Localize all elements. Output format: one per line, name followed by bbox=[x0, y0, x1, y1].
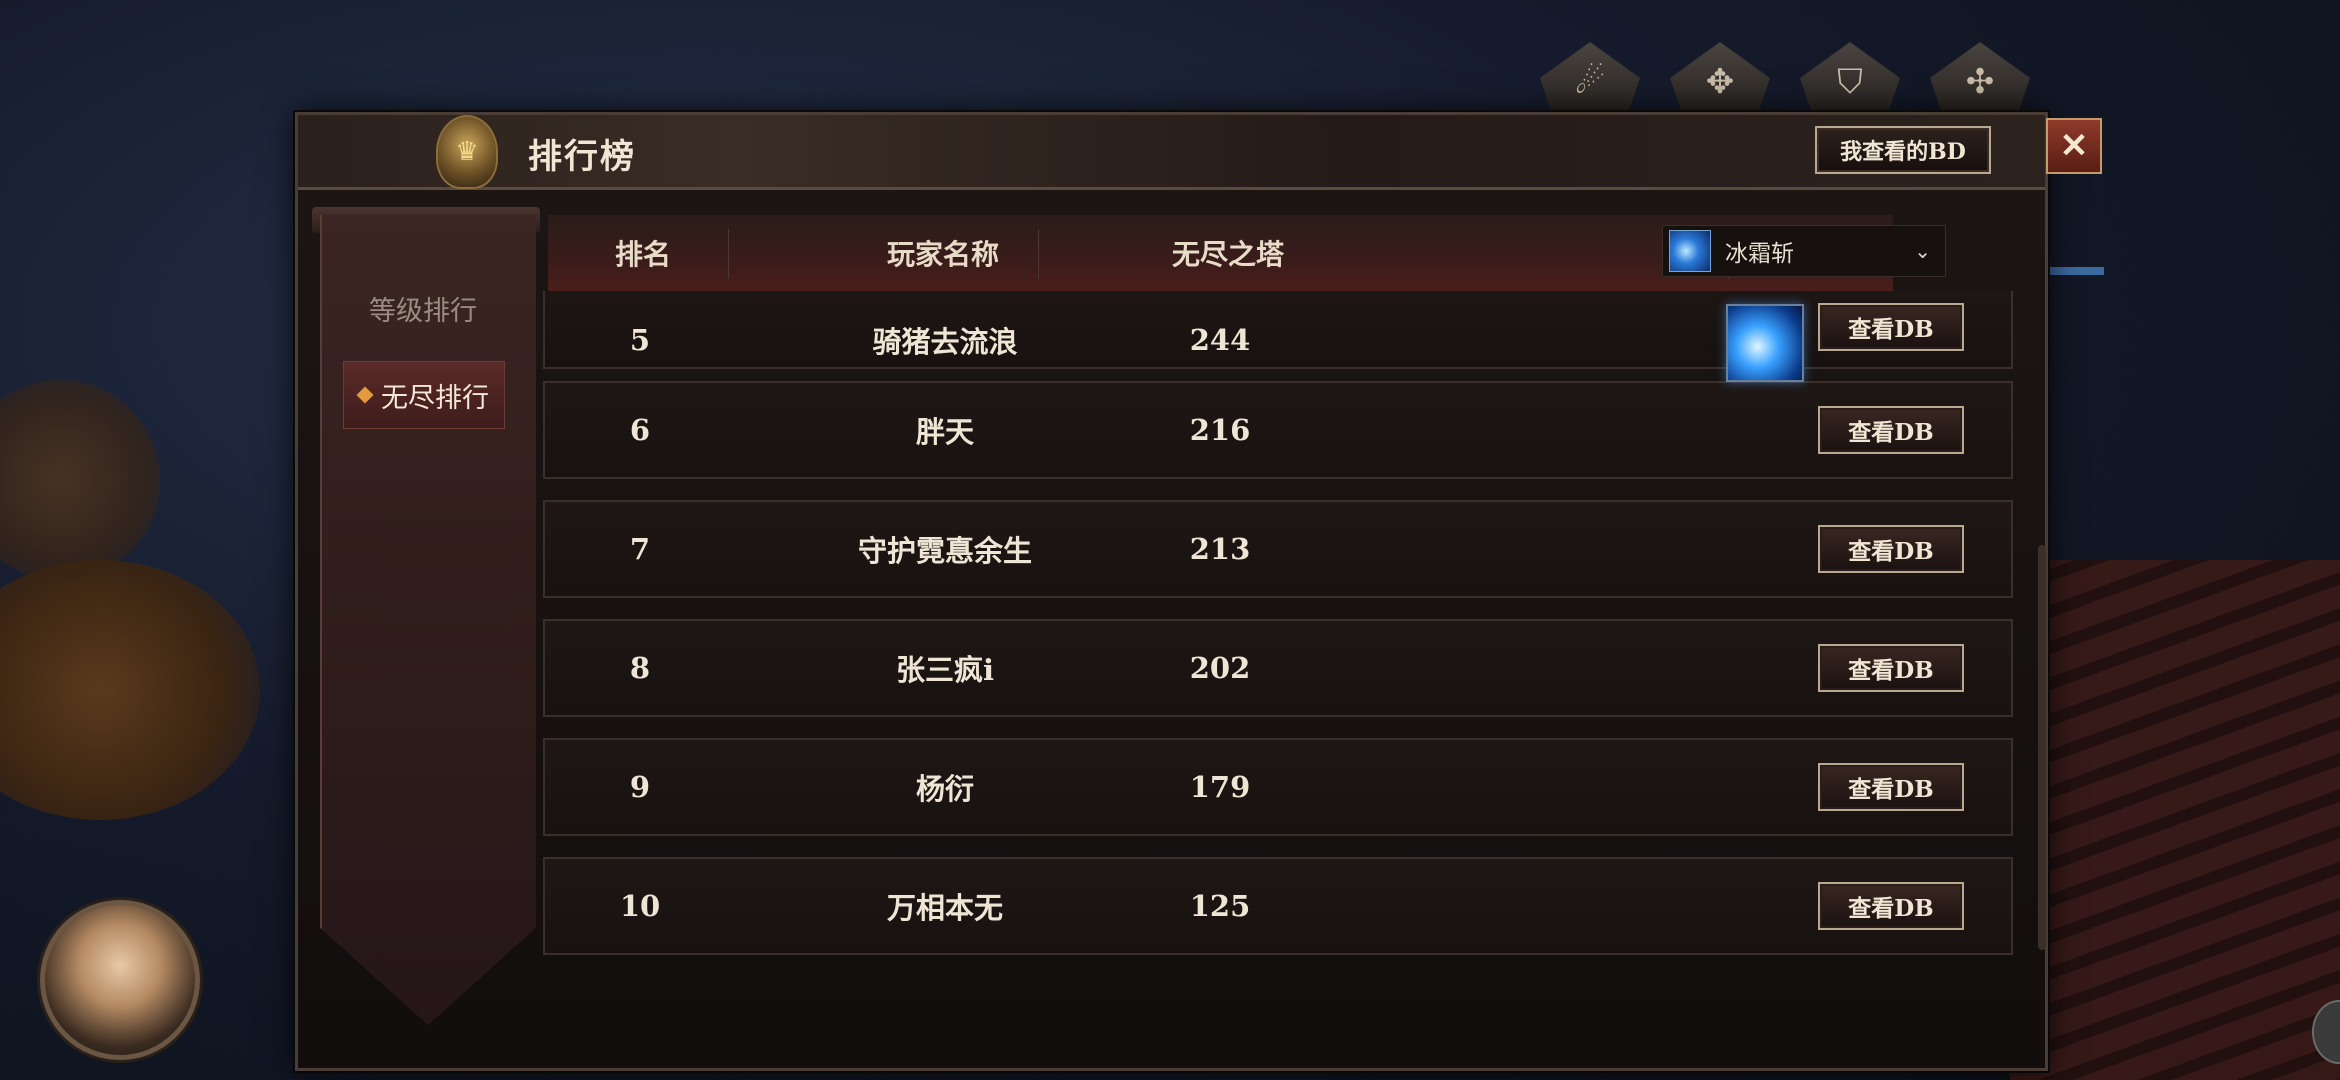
rank-cell: 10 bbox=[619, 889, 661, 923]
view-db-button[interactable]: 查看DB bbox=[1818, 525, 1964, 573]
frost-slash-skill-icon bbox=[1669, 230, 1711, 272]
sidebar-item-endless-ranking[interactable]: 无尽排行 bbox=[343, 361, 505, 429]
score-cell: 216 bbox=[1189, 413, 1251, 447]
sidebar-item-label: 等级排行 bbox=[369, 295, 477, 327]
chevron-down-icon: ⌄ bbox=[1914, 239, 1931, 263]
score-cell: 202 bbox=[1189, 651, 1251, 685]
trophy-icon: ♛ bbox=[436, 115, 498, 189]
column-header-rank: 排名 bbox=[614, 238, 671, 271]
skill-filter-label: 冰霜斩 bbox=[1725, 241, 1794, 267]
background-tree-left bbox=[0, 560, 260, 820]
table-row: 6 胖天 216 查看DB bbox=[543, 381, 2013, 479]
swirl-icon[interactable]: ☄ bbox=[1540, 42, 1640, 122]
header-divider bbox=[1038, 229, 1039, 279]
sidebar-item-level-ranking[interactable]: 等级排行 bbox=[343, 275, 503, 341]
frost-slash-floating-icon bbox=[1726, 304, 1804, 382]
view-db-button[interactable]: 查看DB bbox=[1818, 882, 1964, 930]
skill-filter-dropdown[interactable]: 冰霜斩 ⌄ bbox=[1662, 225, 1946, 277]
compass-icon[interactable]: ✥ bbox=[1670, 42, 1770, 122]
panel-title: 排行榜 bbox=[528, 137, 636, 177]
rank-cell: 6 bbox=[629, 413, 651, 447]
view-db-button[interactable]: 查看DB bbox=[1818, 303, 1964, 351]
view-db-button[interactable]: 查看DB bbox=[1818, 644, 1964, 692]
leaderboard-panel: ♛ 排行榜 我查看的BD 等级排行 无尽排行 排名 玩家名称 无尽之塔 冰霜斩 … bbox=[295, 112, 2048, 1071]
map-icon[interactable]: ✣ bbox=[1930, 42, 2030, 122]
score-cell: 125 bbox=[1189, 889, 1251, 923]
score-cell: 244 bbox=[1189, 323, 1251, 357]
close-button[interactable]: ✕ bbox=[2046, 118, 2102, 174]
bag-icon[interactable]: ⛉ bbox=[1800, 42, 1900, 122]
score-cell: 213 bbox=[1189, 532, 1251, 566]
rank-cell: 7 bbox=[629, 532, 651, 566]
rank-cell: 8 bbox=[629, 651, 651, 685]
my-bd-button[interactable]: 我查看的BD bbox=[1815, 126, 1991, 174]
ranking-list[interactable]: 5 骑猪去流浪 244 查看DB 6 胖天 216 查看DB 7 守护霓惪余生 … bbox=[543, 291, 2031, 1031]
view-db-button[interactable]: 查看DB bbox=[1818, 763, 1964, 811]
sidebar-item-label: 无尽排行 bbox=[381, 382, 489, 414]
rank-cell: 9 bbox=[629, 770, 651, 804]
diamond-icon bbox=[356, 386, 374, 404]
background-tree-left-2 bbox=[0, 380, 160, 580]
background-roof bbox=[2010, 560, 2340, 1080]
table-row: 9 杨衍 179 查看DB bbox=[543, 738, 2013, 836]
table-row: 7 守护霓惪余生 213 查看DB bbox=[543, 500, 2013, 598]
player-avatar[interactable] bbox=[40, 900, 200, 1060]
right-hud-bar bbox=[2040, 267, 2104, 275]
score-cell: 179 bbox=[1189, 770, 1251, 804]
column-header-endless-tower: 无尽之塔 bbox=[1171, 238, 1284, 271]
view-db-button[interactable]: 查看DB bbox=[1818, 406, 1964, 454]
rank-cell: 5 bbox=[629, 323, 651, 357]
header-divider bbox=[728, 229, 729, 279]
title-bar: ♛ 排行榜 我查看的BD bbox=[298, 115, 2045, 190]
table-row: 10 万相本无 125 查看DB bbox=[543, 857, 2013, 955]
list-scrollbar[interactable] bbox=[2038, 545, 2046, 950]
table-row: 8 张三疯i 202 查看DB bbox=[543, 619, 2013, 717]
